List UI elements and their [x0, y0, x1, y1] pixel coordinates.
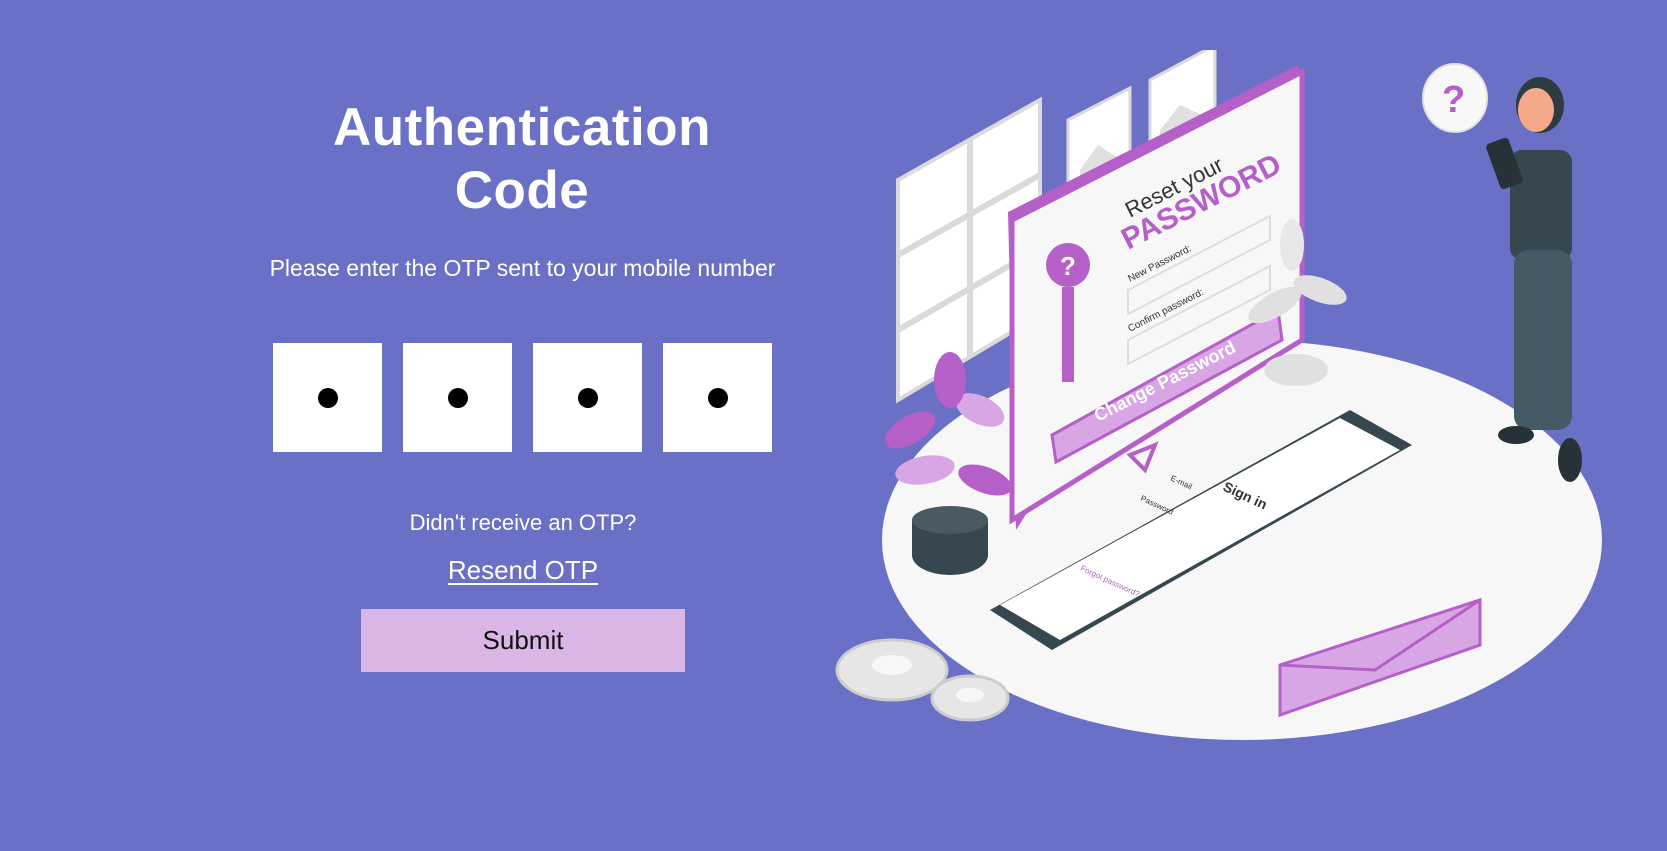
otp-input-1[interactable]	[273, 343, 382, 452]
page-title: Authentication Code	[310, 96, 734, 222]
resend-prompt: Didn't receive an OTP?	[409, 510, 637, 535]
key-question-mark: ?	[1060, 251, 1076, 281]
otp-input-2[interactable]	[403, 343, 512, 452]
reset-password-illustration: Reset your PASSWORD New Password: Confir…	[835, 50, 1602, 740]
masked-digit-dot	[707, 387, 728, 408]
submit-button[interactable]: Submit	[361, 609, 685, 672]
otp-instructions: Please enter the OTP sent to your mobile…	[269, 255, 776, 281]
masked-digit-dot	[447, 387, 468, 408]
otp-input-group	[273, 343, 772, 452]
gear-icon	[835, 638, 949, 702]
otp-input-4[interactable]	[663, 343, 772, 452]
masked-digit-dot	[577, 387, 598, 408]
question-mark-icon: ?	[1442, 79, 1465, 121]
title-line-1: Authentication	[333, 98, 711, 157]
title-line-2: Code	[454, 161, 590, 220]
masked-digit-dot	[317, 387, 338, 408]
page: Authentication Code Please enter the OTP…	[0, 0, 1667, 851]
otp-input-3[interactable]	[533, 343, 642, 452]
resend-otp-link[interactable]: Resend OTP	[380, 555, 666, 586]
gear-icon	[930, 674, 1010, 722]
